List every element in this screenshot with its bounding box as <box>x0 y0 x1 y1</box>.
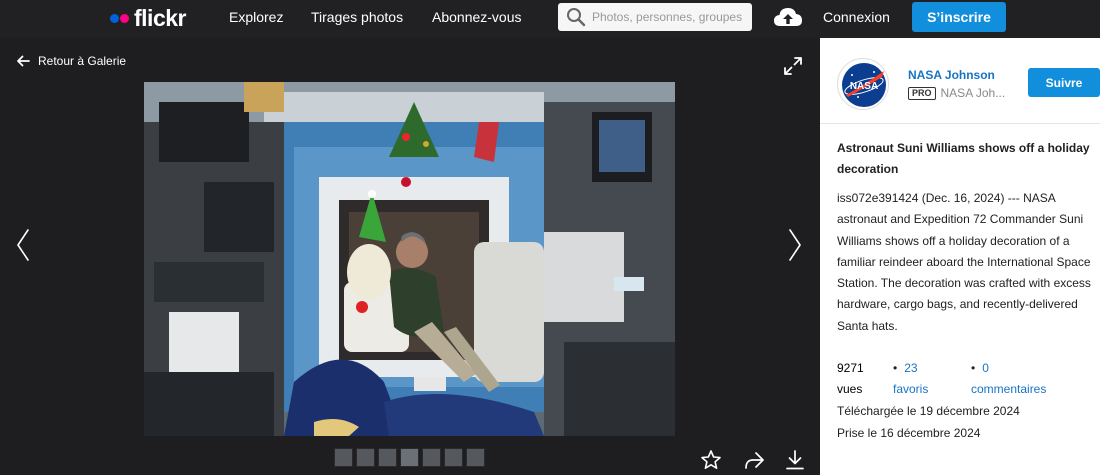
arrow-left-icon <box>17 55 30 67</box>
search-box[interactable] <box>558 3 752 31</box>
comments-count: 0 <box>982 361 989 375</box>
taken-date: Prise le 16 décembre 2024 <box>837 425 981 440</box>
top-nav-bar: flickr Explorez Tirages photos Abonnez-v… <box>0 0 1100 38</box>
views-label: vues <box>837 382 863 396</box>
bullet: • <box>971 361 976 375</box>
thumbnail[interactable] <box>334 448 353 467</box>
owner-avatar[interactable]: NASA <box>837 58 889 110</box>
thumbnail[interactable] <box>466 448 485 467</box>
nav-link-prints[interactable]: Tirages photos <box>311 9 403 25</box>
back-to-gallery-link[interactable]: Retour à Galerie <box>16 54 126 68</box>
share-arrow-icon[interactable] <box>743 449 765 471</box>
logo-blue-dot <box>110 13 119 23</box>
pro-badge: PRO <box>908 86 936 100</box>
favorite-star-icon[interactable] <box>700 449 722 471</box>
views-stat: 9271 vues <box>837 358 864 400</box>
login-link[interactable]: Connexion <box>823 9 890 25</box>
photo-info-panel: NASA NASA Johnson PRO NASA Joh... Suivre… <box>820 38 1100 475</box>
views-count: 9271 <box>837 361 864 375</box>
search-input[interactable] <box>592 10 747 24</box>
logo-pink-dot <box>120 13 129 23</box>
main-photo[interactable] <box>144 82 675 436</box>
faves-stat[interactable]: • 23 favoris <box>893 358 928 400</box>
photo-stats: 9271 vues • 23 favoris • 0 commentaires <box>837 358 1097 398</box>
bullet: • <box>893 361 898 375</box>
follow-button[interactable]: Suivre <box>1028 68 1100 97</box>
thumbnail[interactable] <box>356 448 375 467</box>
photo-description: iss072e391424 (Dec. 16, 2024) --- NASA a… <box>837 191 1091 333</box>
nav-link-explore[interactable]: Explorez <box>229 9 283 25</box>
download-icon[interactable] <box>784 449 806 471</box>
space-station-interior-image <box>144 82 675 436</box>
nav-link-subscribe[interactable]: Abonnez-vous <box>432 9 522 25</box>
logo-wordmark: flickr <box>134 4 186 31</box>
owner-handle: NASA Joh... <box>940 86 1006 100</box>
next-photo-chevron-icon[interactable] <box>786 228 804 262</box>
back-label: Retour à Galerie <box>38 54 127 68</box>
search-icon <box>567 8 586 27</box>
previous-photo-chevron-icon[interactable] <box>14 228 32 262</box>
photo-dates: Téléchargée le 19 décembre 2024 Prise le… <box>837 401 1020 444</box>
photo-title: Astronaut Suni Williams shows off a holi… <box>837 141 1090 176</box>
photo-viewer: Retour à Galerie <box>0 38 820 475</box>
thumbnail[interactable] <box>378 448 397 467</box>
owner-name-link[interactable]: NASA Johnson <box>908 68 995 82</box>
flickr-logo[interactable]: flickr <box>110 4 186 31</box>
owner-subline: PRO NASA Joh... <box>908 86 1005 100</box>
faves-count: 23 <box>904 361 918 375</box>
upload-date: Téléchargée le 19 décembre 2024 <box>837 404 1020 418</box>
faves-label: favoris <box>893 382 929 396</box>
thumbnail-current[interactable] <box>400 448 419 467</box>
upload-cloud-icon[interactable] <box>773 6 803 28</box>
comments-label: commentaires <box>971 382 1047 396</box>
fullscreen-icon[interactable] <box>783 56 803 76</box>
signup-button[interactable]: S’inscrire <box>912 2 1006 32</box>
owner-header: NASA NASA Johnson PRO NASA Joh... Suivre <box>820 38 1100 124</box>
thumbnail-strip <box>334 448 485 467</box>
avatar-wordmark: NASA <box>850 81 878 92</box>
comments-stat[interactable]: • 0 commentaires <box>971 358 1046 400</box>
nasa-meatball-logo: NASA <box>842 63 886 107</box>
thumbnail[interactable] <box>444 448 463 467</box>
thumbnail[interactable] <box>422 448 441 467</box>
